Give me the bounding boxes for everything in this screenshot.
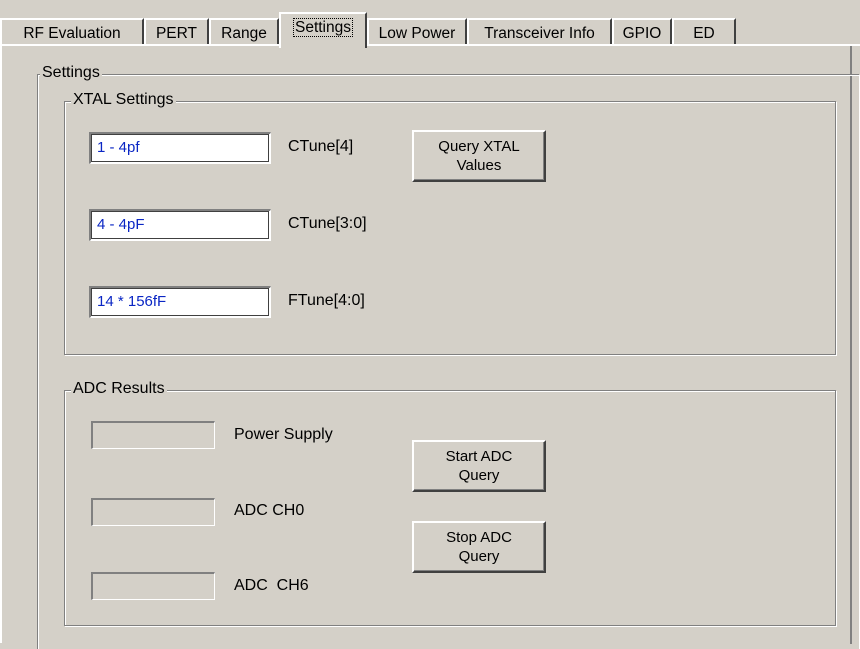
query-xtal-values-button[interactable]: Query XTAL Values <box>412 130 546 182</box>
tab-settings[interactable]: Settings <box>279 12 367 48</box>
adc-ch6-label: ADC CH6 <box>234 577 309 594</box>
tab-rf-evaluation[interactable]: RF Evaluation <box>0 18 144 46</box>
tab-low-power[interactable]: Low Power <box>367 18 467 46</box>
ftune-label: FTune[4:0] <box>288 292 365 309</box>
ctune30-label: CTune[3:0] <box>288 215 367 232</box>
tab-range[interactable]: Range <box>209 18 279 46</box>
ctune4-field[interactable]: 1 - 4pf <box>89 132 271 164</box>
tab-gpio[interactable]: GPIO <box>612 18 672 46</box>
power-supply-field <box>91 421 215 449</box>
ftune-field[interactable]: 14 * 156fF <box>89 286 271 318</box>
tab-settings-label: Settings <box>292 18 354 37</box>
tab-strip: RF Evaluation PERT Range Settings Low Po… <box>0 10 860 48</box>
tab-ed[interactable]: ED <box>672 18 736 46</box>
power-supply-label: Power Supply <box>234 426 333 443</box>
ctune30-field[interactable]: 4 - 4pF <box>89 209 271 241</box>
adc-ch0-field <box>91 498 215 526</box>
settings-group-title: Settings <box>40 64 102 82</box>
adc-results-title: ADC Results <box>71 380 167 398</box>
start-adc-query-button[interactable]: Start ADC Query <box>412 440 546 492</box>
stop-adc-query-button[interactable]: Stop ADC Query <box>412 521 546 573</box>
adc-ch6-field <box>91 572 215 600</box>
tab-transceiver-info[interactable]: Transceiver Info <box>467 18 612 46</box>
settings-panel: Settings XTAL Settings 1 - 4pf CTune[4] … <box>0 46 859 649</box>
tab-strip-divider <box>0 44 860 46</box>
ctune4-label: CTune[4] <box>288 138 354 155</box>
adc-ch0-label: ADC CH0 <box>234 502 305 519</box>
tab-pert[interactable]: PERT <box>144 18 209 46</box>
xtal-settings-title: XTAL Settings <box>71 91 176 109</box>
